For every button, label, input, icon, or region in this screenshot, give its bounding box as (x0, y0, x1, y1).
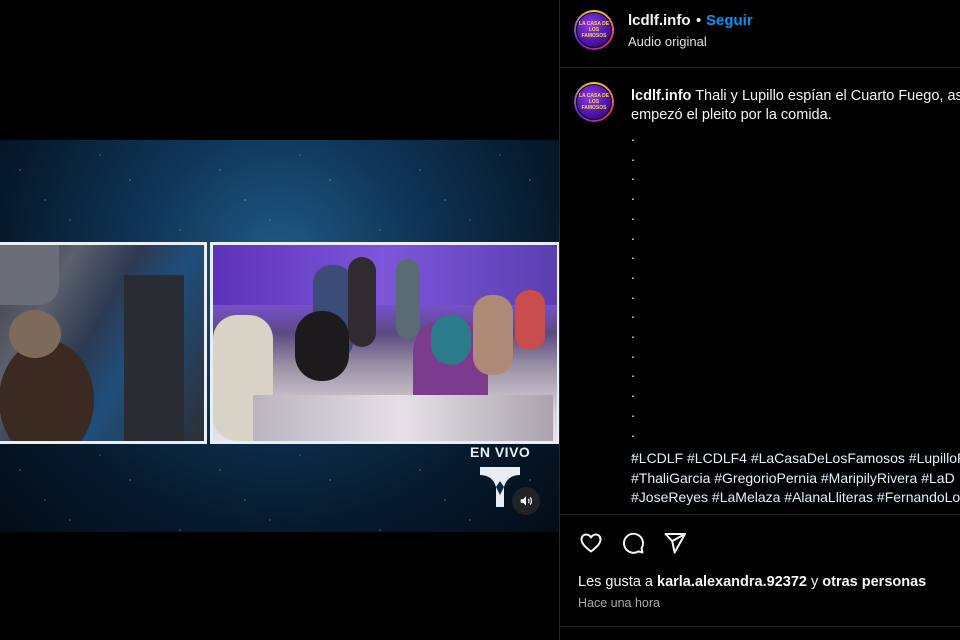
caption-dot-line: . (631, 403, 635, 420)
post-timestamp[interactable]: Hace una hora (578, 596, 660, 610)
contestant-figure (0, 340, 94, 441)
caption-dot-line: . (631, 344, 635, 361)
caption-dot-line: . (631, 265, 635, 282)
caption-avatar[interactable]: LA CASA DE LOS FAMOSOS (574, 82, 614, 122)
header-username[interactable]: lcdlf.info (628, 12, 691, 29)
caption-dot-line: . (631, 384, 635, 401)
header-divider (560, 67, 960, 68)
footer-divider (560, 626, 960, 627)
caption-dot-line: . (631, 285, 635, 302)
comment-icon[interactable] (620, 531, 646, 555)
person-figure (396, 259, 420, 339)
person-figure (348, 257, 376, 347)
caption-dot-line: . (631, 167, 635, 184)
video-feed-left (0, 242, 207, 444)
caption-dot-line: . (631, 206, 635, 223)
contestant-head (9, 310, 61, 358)
caption-text: lcdlf.info Thali y Lupillo espían el Cua… (631, 87, 960, 125)
avatar-logo: LA CASA DE LOS FAMOSOS (576, 12, 612, 48)
audio-link[interactable]: Audio original (628, 34, 707, 49)
hashtags-line-3[interactable]: #JoseReyes #LaMelaza #AlanaLliteras #Fer… (631, 488, 960, 508)
person-hair (431, 315, 471, 365)
caption-dot-line: . (631, 364, 635, 381)
bed-area (253, 395, 553, 441)
caption-dot-line: . (631, 128, 635, 144)
likes-middle: y (806, 574, 823, 590)
caption-dot-line: . (631, 305, 635, 322)
caption-dot-line: . (631, 246, 635, 263)
avatar-logo-text: LA CASA DE LOS FAMOSOS (578, 93, 610, 111)
volume-button[interactable] (512, 487, 540, 515)
chair (0, 245, 59, 305)
person-figure (295, 311, 349, 381)
hashtags-line-1[interactable]: #LCDLF #LCDLF4 #LaCasaDeLosFamosos #Lupi… (631, 449, 960, 469)
caption-line-2: empezó el pleito por la comida. (631, 107, 832, 123)
media-area: EN VIVO (0, 0, 559, 640)
avatar-logo-text: LA CASA DE LOS FAMOSOS (578, 21, 610, 39)
post-sidebar: LA CASA DE LOS FAMOSOS lcdlf.info • Segu… (559, 0, 960, 640)
caption-dot-line: . (631, 187, 635, 204)
room-wall (124, 275, 184, 441)
likes-prefix: Les gusta a (578, 574, 657, 590)
volume-icon (520, 496, 532, 506)
live-label: EN VIVO (470, 444, 531, 460)
caption-dot-line: . (631, 147, 635, 164)
header-separator: • (696, 12, 702, 29)
caption-line-1: Thali y Lupillo espían el Cuarto Fuego, … (695, 88, 960, 104)
hashtags-line-2[interactable]: #ThaliGarcia #GregorioPernia #MaripilyRi… (631, 469, 960, 489)
avatar[interactable]: LA CASA DE LOS FAMOSOS (574, 10, 614, 50)
caption-dot-line: . (631, 423, 635, 440)
likes-others[interactable]: otras personas (822, 574, 926, 590)
likes-summary: Les gusta a karla.alexandra.92372 y otra… (578, 574, 926, 590)
hashtags: #LCDLF #LCDLF4 #LaCasaDeLosFamosos #Lupi… (631, 449, 960, 508)
likes-user[interactable]: karla.alexandra.92372 (657, 574, 807, 590)
caption-username[interactable]: lcdlf.info (631, 88, 691, 104)
action-bar (578, 531, 688, 555)
person-figure (473, 295, 513, 375)
follow-button[interactable]: Seguir (706, 12, 753, 29)
person-figure (515, 290, 545, 350)
avatar-logo: LA CASA DE LOS FAMOSOS (576, 84, 612, 120)
video-player[interactable]: EN VIVO (0, 140, 559, 532)
caption-dots: ................. (631, 127, 635, 462)
actions-divider (560, 514, 960, 515)
heart-icon[interactable] (578, 531, 604, 555)
room-wall (213, 245, 557, 305)
caption-dot-line: . (631, 325, 635, 342)
video-feed-right (210, 242, 559, 444)
send-icon[interactable] (662, 531, 688, 555)
caption-dot-line: . (631, 226, 635, 243)
